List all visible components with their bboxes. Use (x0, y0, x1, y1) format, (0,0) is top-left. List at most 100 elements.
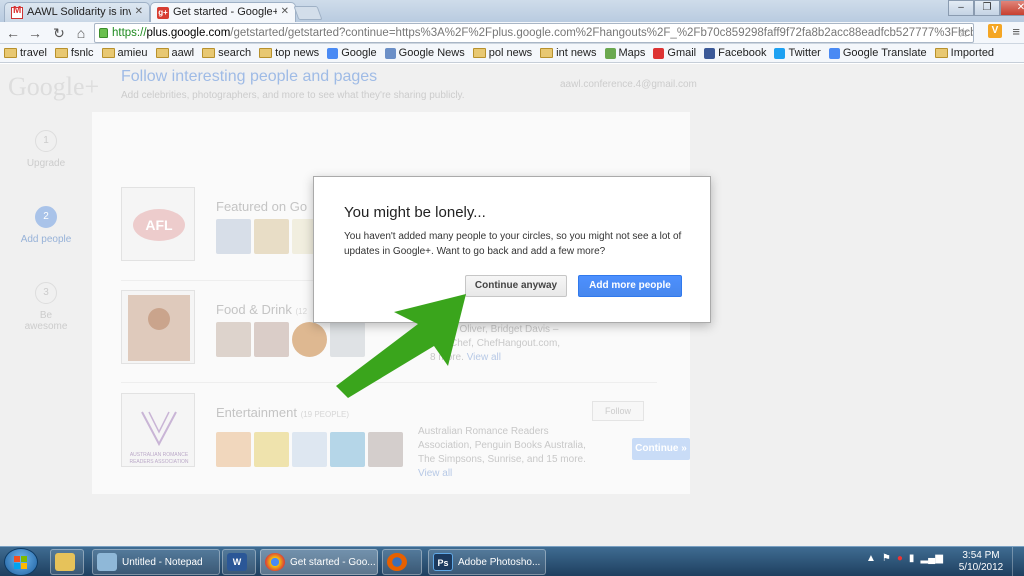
thumbnail[interactable] (368, 432, 403, 467)
address-bar[interactable]: https://plus.google.com/getstarted/getst… (94, 23, 974, 43)
thumbnail[interactable] (216, 219, 251, 254)
battery-icon[interactable]: ▮ (909, 553, 915, 564)
bookmark-label: aawl (171, 47, 195, 59)
signal-icon[interactable]: ▂▄▆ (920, 553, 942, 564)
svg-text:AUSTRALIAN ROMANCE: AUSTRALIAN ROMANCE (130, 452, 189, 458)
show-desktop-button[interactable] (1012, 547, 1024, 576)
windows-taskbar: Untitled - Notepad W Get started - Goo..… (0, 546, 1024, 576)
photoshop-icon: Ps (433, 553, 453, 571)
view-all-link[interactable]: View all (418, 467, 598, 481)
thumbnail[interactable] (254, 322, 289, 357)
notepad-taskbar-button[interactable]: Untitled - Notepad (92, 549, 220, 575)
bookmark-search[interactable]: search (202, 47, 251, 59)
word-taskbar-button[interactable]: W (222, 549, 256, 575)
url-path: /getstarted/getstarted?continue=https%3A… (230, 27, 974, 39)
category-name[interactable]: Featured on Go (216, 199, 307, 214)
bookmark-twitter[interactable]: Twitter (774, 47, 821, 59)
category-title: Food & Drink (216, 302, 292, 317)
arra-logo-image[interactable]: AUSTRALIAN ROMANCE READERS ASSOCIATION (121, 393, 195, 467)
step-number: 2 (35, 206, 57, 228)
reload-icon[interactable]: ↻ (50, 24, 68, 42)
bookmark-top-news[interactable]: top news (259, 47, 319, 59)
twitter-icon (774, 47, 786, 59)
close-tab-icon[interactable]: ✕ (135, 6, 143, 17)
category-count: (12 (295, 307, 308, 316)
folder-icon (4, 48, 17, 58)
google-icon (327, 47, 339, 59)
photoshop-taskbar-button[interactable]: Ps Adobe Photosho... (428, 549, 546, 575)
thumbnail[interactable] (330, 432, 365, 467)
clock-time: 3:54 PM (962, 550, 1000, 561)
close-window-button[interactable]: ✕ (1000, 0, 1024, 16)
folder-icon (54, 48, 68, 58)
bookmark-maps[interactable]: Maps (604, 47, 645, 59)
google-plus-icon: g+ (157, 7, 169, 19)
close-tab-icon[interactable]: ✕ (281, 6, 289, 17)
bookmark-int-news[interactable]: int news (540, 47, 597, 59)
add-more-people-button[interactable]: Add more people (578, 275, 682, 297)
thumbnail[interactable] (216, 322, 251, 357)
thumbnail[interactable] (292, 432, 327, 467)
forward-icon[interactable]: → (26, 24, 44, 42)
folder-icon (202, 48, 216, 58)
word-icon: W (227, 553, 247, 571)
category-count: (19 PEOPLE) (300, 410, 350, 419)
start-button[interactable] (4, 548, 38, 576)
tab-google-plus[interactable]: g+ Get started - Google+ ✕ (150, 2, 296, 22)
bookmark-label: Facebook (718, 47, 767, 59)
bookmark-pol-news[interactable]: pol news (472, 47, 532, 59)
afl-logo-image[interactable]: AFL (121, 187, 195, 261)
account-email[interactable]: aawl.conference.4@gmail.com (560, 79, 697, 90)
step-be-awesome: 3 Be awesome (18, 282, 74, 332)
page-title: Follow interesting people and pages (121, 68, 378, 85)
url-scheme: https:// (112, 27, 147, 39)
maps-icon (604, 47, 616, 59)
tray-arrow-icon[interactable]: ▲ (866, 553, 876, 564)
thumbnail[interactable] (254, 219, 289, 254)
clock[interactable]: 3:54 PM 5/10/2012 (958, 550, 1004, 574)
new-tab-button[interactable] (293, 6, 323, 20)
bookmark-imported[interactable]: Imported (934, 47, 995, 59)
thumbnail[interactable] (254, 432, 289, 467)
follow-button[interactable]: Follow (592, 401, 644, 421)
firefox-icon (387, 553, 407, 571)
chrome-taskbar-button[interactable]: Get started - Goo... (260, 549, 378, 575)
minimize-button[interactable]: – (948, 0, 974, 16)
tab-gmail[interactable]: AAWL Solidarity is inviting ✕ (4, 2, 150, 22)
thumbnail[interactable] (292, 322, 327, 357)
continue-button[interactable]: Continue » (632, 438, 690, 460)
step-label: Upgrade (26, 158, 66, 169)
bookmark-google-news[interactable]: Google News (384, 47, 465, 59)
category-name[interactable]: Food & Drink (12 (216, 302, 307, 317)
bookmark-label: Gmail (667, 47, 697, 59)
bookmark-gmail[interactable]: Gmail (653, 47, 696, 59)
bookmark-label: Imported (950, 47, 995, 59)
home-icon[interactable]: ⌂ (72, 24, 90, 42)
flag-icon[interactable]: ⚑ (882, 553, 891, 564)
bookmark-google-translate[interactable]: Google Translate (828, 47, 927, 59)
bookmark-fsnlc[interactable]: fsnlc (54, 47, 94, 59)
taskbar-label: Adobe Photosho... (458, 556, 541, 568)
folder-icon (155, 48, 169, 58)
step-label: Add people (20, 234, 72, 245)
food-category-image[interactable] (121, 290, 195, 364)
security-icon[interactable]: ● (897, 553, 903, 564)
bookmark-google[interactable]: Google (327, 47, 377, 59)
maximize-button[interactable]: ❐ (974, 0, 1000, 16)
window-controls: – ❐ ✕ (948, 0, 1024, 16)
step-add-people: 2 Add people (18, 206, 74, 245)
back-icon[interactable]: ← (4, 24, 22, 42)
thumbnail[interactable] (216, 432, 251, 467)
wrench-menu-icon[interactable]: ≡ (1012, 24, 1020, 39)
extension-icon[interactable]: V (988, 24, 1002, 38)
bookmark-aawl[interactable]: aawl (155, 47, 195, 59)
firefox-taskbar-button[interactable] (382, 549, 422, 575)
bookmark-facebook[interactable]: Facebook (704, 47, 766, 59)
bookmark-travel[interactable]: travel (4, 47, 47, 59)
explorer-taskbar-button[interactable] (50, 549, 84, 575)
bookmark-amieu[interactable]: amieu (101, 47, 148, 59)
folder-icon (101, 48, 115, 58)
bookmark-star-icon[interactable]: ☆ (957, 25, 969, 41)
category-name[interactable]: Entertainment (19 PEOPLE) (216, 405, 349, 420)
google-news-icon (384, 47, 396, 59)
